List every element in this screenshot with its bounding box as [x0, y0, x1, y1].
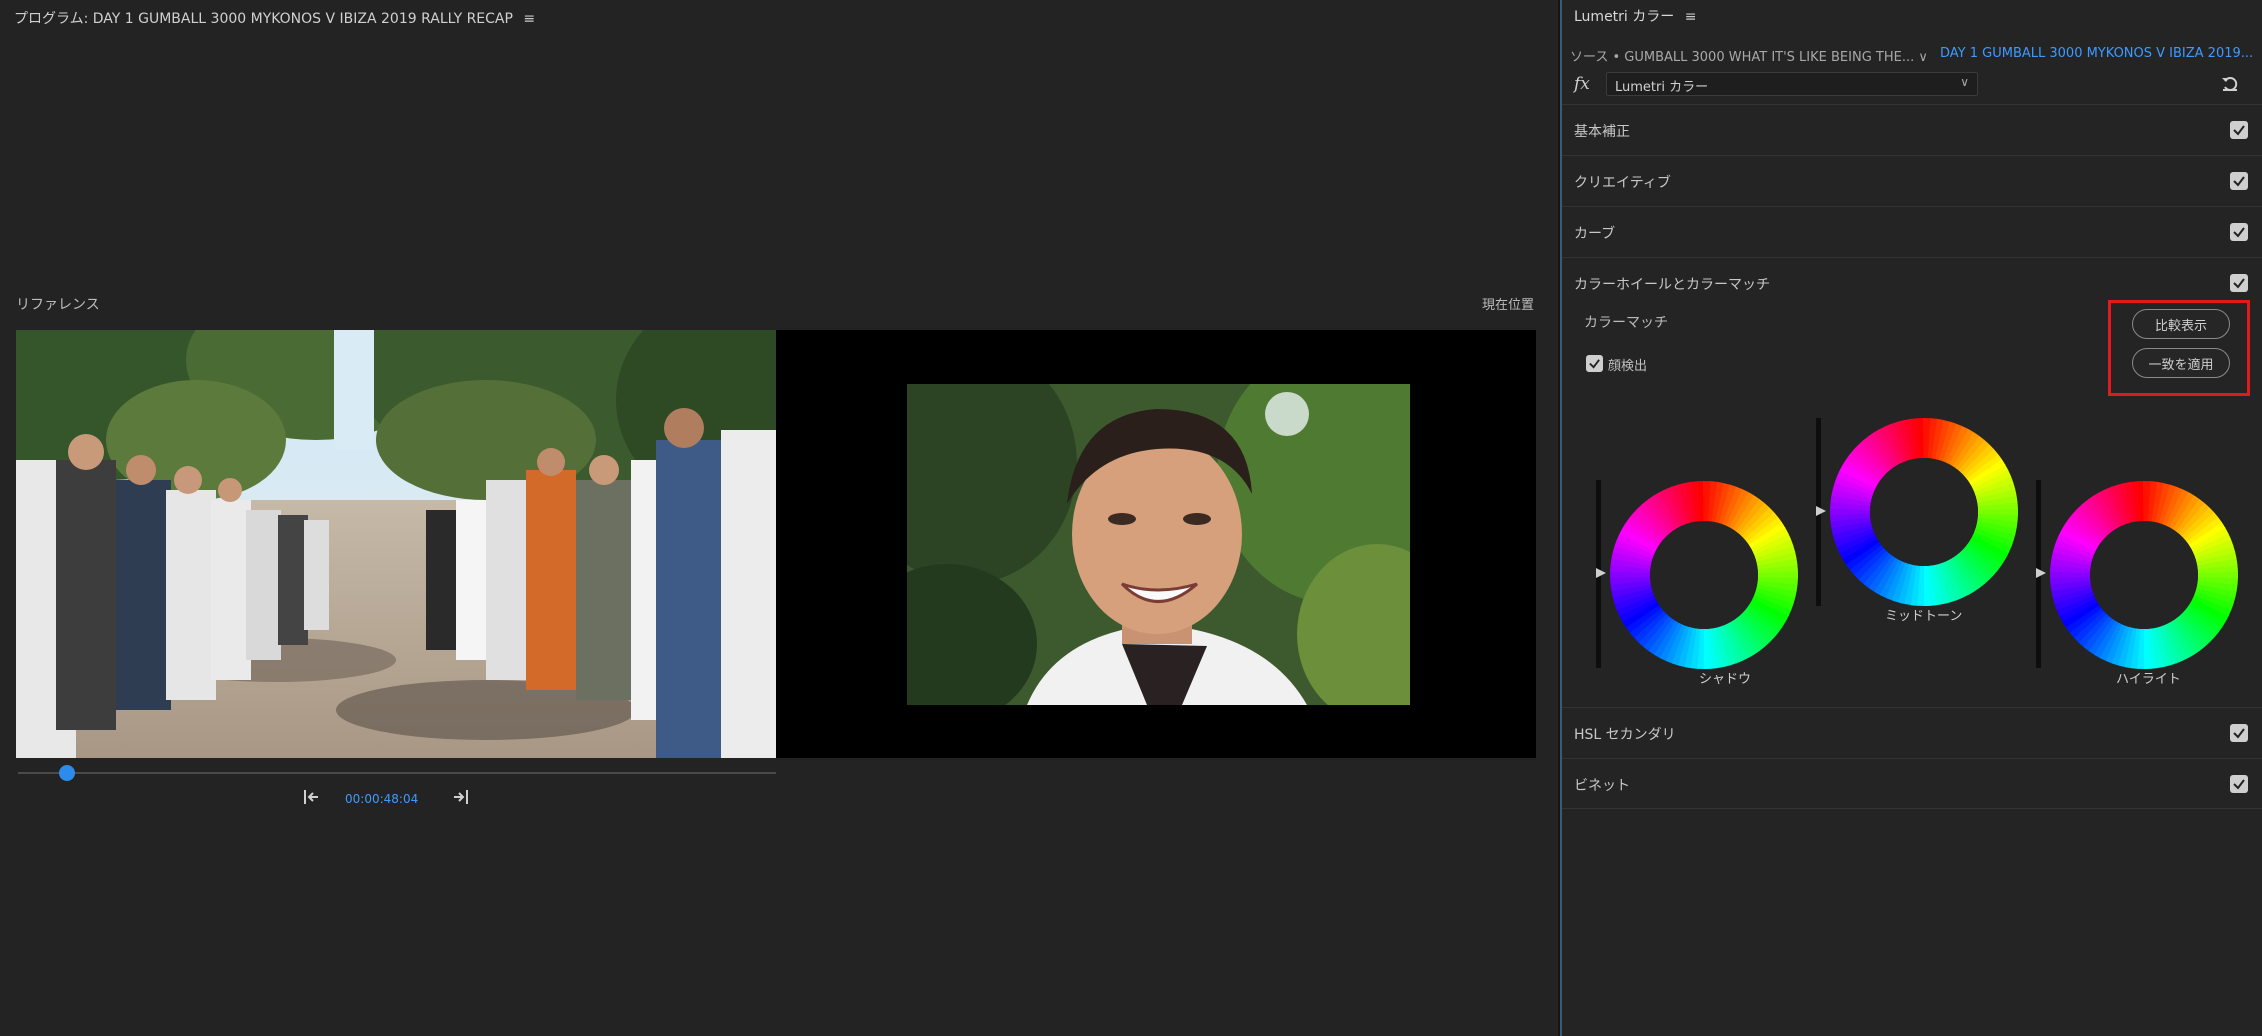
step-forward-icon[interactable]	[448, 787, 472, 807]
step-back-icon[interactable]	[300, 787, 324, 807]
go-to-in-button[interactable]	[300, 787, 324, 807]
wheels-enable-checkbox[interactable]	[2230, 274, 2248, 292]
color-match-label: カラーマッチ	[1584, 315, 1668, 331]
apply-match-button[interactable]: 一致を適用	[2132, 348, 2230, 378]
hsl-enable-checkbox[interactable]	[2230, 724, 2248, 742]
curves-enable-checkbox[interactable]	[2230, 223, 2248, 241]
current-position-label: 現在位置	[1481, 298, 1534, 313]
reset-icon[interactable]	[2220, 74, 2240, 94]
chevron-down-icon: ∨	[1960, 75, 1969, 89]
program-monitor: プログラム: DAY 1 GUMBALL 3000 MYKONOS V IBIZ…	[0, 0, 1558, 1036]
midtone-wheel-label: ミッドトーン	[1885, 609, 1963, 624]
section-basic-correction[interactable]: 基本補正	[1562, 104, 2262, 155]
comparison-view-button[interactable]: 比較表示	[2132, 309, 2230, 339]
source-clip-dropdown[interactable]: ソース • GUMBALL 3000 WHAT IT'S LIKE BEING …	[1570, 50, 1928, 65]
face-detect-checkbox[interactable]	[1586, 355, 1603, 372]
section-creative-label: クリエイティブ	[1574, 175, 1671, 191]
reference-playhead-knob[interactable]	[59, 765, 76, 781]
comparison-video-area	[16, 330, 1536, 758]
section-curves[interactable]: カーブ	[1562, 206, 2262, 257]
section-hsl-label: HSL セカンダリ	[1574, 727, 1676, 743]
effect-select[interactable]: Lumetri カラー ∨	[1606, 72, 1978, 96]
lumetri-title-text: Lumetri カラー	[1574, 9, 1675, 25]
source-sequence-row: ソース • GUMBALL 3000 WHAT IT'S LIKE BEING …	[1570, 46, 2260, 65]
lumetri-color-panel: Lumetri カラー ≡ ソース • GUMBALL 3000 WHAT IT…	[1560, 0, 2262, 1036]
creative-enable-checkbox[interactable]	[2230, 172, 2248, 190]
lumetri-menu-icon[interactable]: ≡	[1685, 9, 1697, 25]
reference-timecode[interactable]: 00:00:48:04	[345, 792, 418, 806]
section-creative[interactable]: クリエイティブ	[1562, 155, 2262, 206]
highlight-wheel[interactable]	[2050, 481, 2238, 669]
lumetri-panel-title: Lumetri カラー ≡	[1574, 6, 1696, 26]
section-vignette[interactable]: ビネット	[1562, 758, 2262, 809]
color-wheels	[1596, 418, 2238, 669]
section-hsl-secondary[interactable]: HSL セカンダリ	[1562, 707, 2262, 758]
program-menu-icon[interactable]: ≡	[523, 11, 535, 27]
face-detect-label: 顔検出	[1608, 359, 1648, 374]
program-monitor-title: プログラム: DAY 1 GUMBALL 3000 MYKONOS V IBIZ…	[14, 8, 535, 28]
basic-enable-checkbox[interactable]	[2230, 121, 2248, 139]
shadow-wheel-label: シャドウ	[1699, 672, 1752, 687]
midtone-wheel[interactable]	[1830, 418, 2018, 606]
current-frame-image	[907, 384, 1410, 705]
section-curves-label: カーブ	[1574, 226, 1616, 242]
go-to-out-button[interactable]	[448, 787, 472, 807]
reference-frame-image	[16, 330, 776, 758]
section-vignette-label: ビネット	[1574, 778, 1630, 794]
section-basic-label: 基本補正	[1574, 124, 1630, 140]
fx-label: fx	[1574, 74, 1590, 94]
shadow-wheel[interactable]	[1610, 481, 1798, 669]
section-wheels-label[interactable]: カラーホイールとカラーマッチ	[1574, 274, 1770, 294]
sequence-clip-link[interactable]: DAY 1 GUMBALL 3000 MYKONOS V IBIZA 2019.…	[1940, 46, 2253, 61]
effect-select-value: Lumetri カラー	[1615, 80, 1709, 95]
effect-row: fx Lumetri カラー ∨	[1574, 72, 2254, 98]
program-title-text: プログラム: DAY 1 GUMBALL 3000 MYKONOS V IBIZ…	[14, 11, 513, 27]
reference-scrub-track[interactable]	[18, 772, 776, 774]
vignette-enable-checkbox[interactable]	[2230, 775, 2248, 793]
reference-label: リファレンス	[16, 297, 100, 313]
highlight-wheel-label: ハイライト	[2116, 672, 2181, 687]
